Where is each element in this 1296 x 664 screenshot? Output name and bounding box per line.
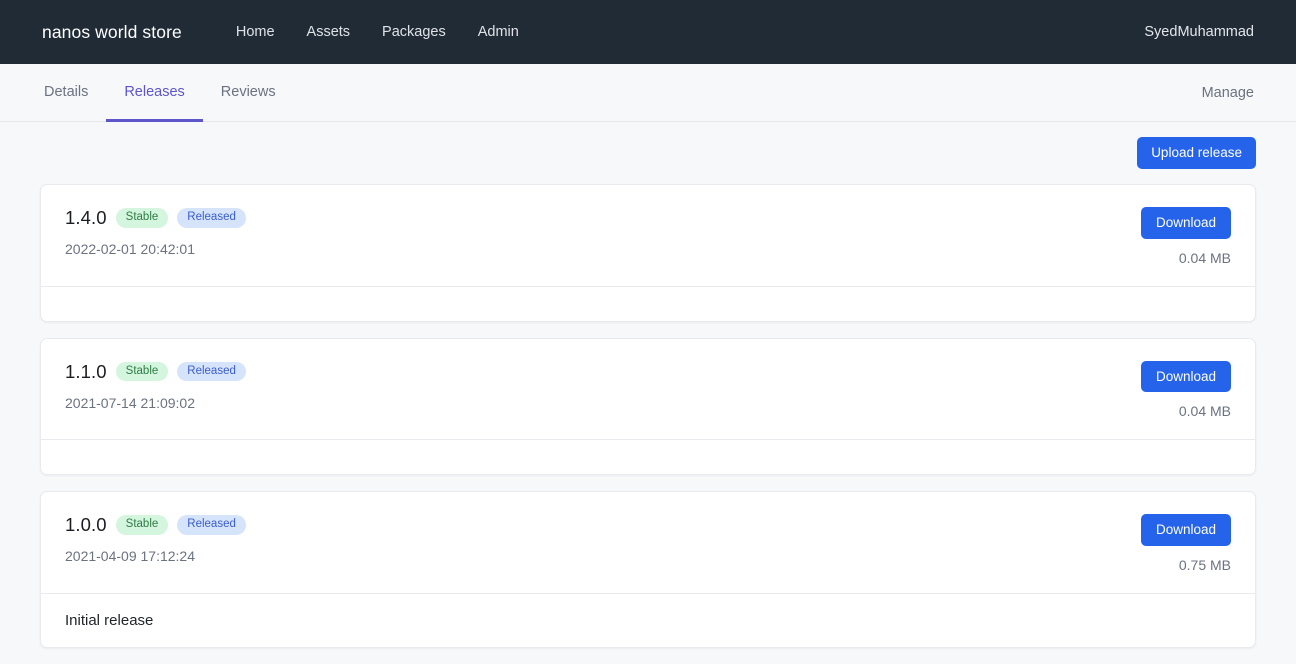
release-actions: Download 0.04 MB <box>1140 207 1231 266</box>
manage-link[interactable]: Manage <box>1202 64 1256 121</box>
release-timestamp: 2022-02-01 20:42:01 <box>65 241 195 257</box>
release-actions: Download 0.75 MB <box>1140 514 1231 573</box>
release-card-header: 1.4.0 Stable Released 2022-02-01 20:42:0… <box>41 185 1255 286</box>
tab-bar: Details Releases Reviews Manage <box>0 64 1296 122</box>
status-badge-released: Released <box>177 515 246 535</box>
release-card: 1.4.0 Stable Released 2022-02-01 20:42:0… <box>40 184 1256 322</box>
status-badge-stable: Stable <box>115 208 169 228</box>
release-version-row: 1.1.0 Stable Released <box>65 361 246 383</box>
tab-details[interactable]: Details <box>40 64 106 122</box>
nav-item-assets[interactable]: Assets <box>291 24 367 40</box>
brand-logo[interactable]: nanos world store <box>42 22 182 43</box>
nav-item-packages[interactable]: Packages <box>366 24 462 40</box>
releases-toolbar: Upload release <box>40 122 1256 184</box>
nav-item-admin[interactable]: Admin <box>462 24 535 40</box>
top-navbar: nanos world store Home Assets Packages A… <box>0 0 1296 64</box>
release-notes <box>41 440 1255 474</box>
main-content: Upload release 1.4.0 Stable Released 202… <box>0 122 1296 648</box>
status-badge-stable: Stable <box>115 361 169 382</box>
release-actions: Download 0.04 MB <box>1140 360 1231 420</box>
release-card-header: 1.0.0 Stable Released 2021-04-09 17:12:2… <box>41 492 1255 593</box>
release-version-row: 1.0.0 Stable Released <box>65 514 246 536</box>
release-meta: 1.1.0 Stable Released 2021-07-14 21:09:0… <box>65 361 246 411</box>
user-menu[interactable]: SyedMuhammad <box>1144 24 1254 40</box>
download-button[interactable]: Download <box>1140 514 1231 546</box>
release-meta: 1.0.0 Stable Released 2021-04-09 17:12:2… <box>65 514 246 564</box>
release-filesize: 0.75 MB <box>1178 556 1231 573</box>
page-root: nanos world store Home Assets Packages A… <box>0 0 1296 664</box>
release-card: 1.0.0 Stable Released 2021-04-09 17:12:2… <box>40 491 1256 648</box>
status-badge-stable: Stable <box>115 515 169 535</box>
nav-item-home[interactable]: Home <box>220 24 291 40</box>
tab-reviews[interactable]: Reviews <box>203 64 294 122</box>
release-notes <box>41 287 1255 321</box>
release-version: 1.1.0 <box>65 360 107 382</box>
download-button[interactable]: Download <box>1140 207 1231 239</box>
release-version-row: 1.4.0 Stable Released <box>65 207 246 229</box>
status-badge-released: Released <box>177 361 246 382</box>
release-card: 1.1.0 Stable Released 2021-07-14 21:09:0… <box>40 337 1256 476</box>
release-timestamp: 2021-07-14 21:09:02 <box>65 394 195 411</box>
tab-bar-spacer <box>294 64 1202 121</box>
release-list: 1.4.0 Stable Released 2022-02-01 20:42:0… <box>40 184 1256 648</box>
tab-releases[interactable]: Releases <box>106 64 203 122</box>
release-filesize: 0.04 MB <box>1178 403 1231 420</box>
release-meta: 1.4.0 Stable Released 2022-02-01 20:42:0… <box>65 207 246 257</box>
status-badge-released: Released <box>177 208 246 228</box>
release-version: 1.0.0 <box>65 514 107 536</box>
release-card-header: 1.1.0 Stable Released 2021-07-14 21:09:0… <box>41 339 1255 440</box>
release-timestamp: 2021-04-09 17:12:24 <box>65 548 195 565</box>
primary-nav: Home Assets Packages Admin <box>220 24 535 40</box>
upload-release-button[interactable]: Upload release <box>1137 137 1256 169</box>
release-version: 1.4.0 <box>65 207 107 228</box>
release-notes: Initial release <box>65 611 154 629</box>
tab-list: Details Releases Reviews <box>40 64 294 122</box>
download-button[interactable]: Download <box>1140 360 1231 393</box>
release-filesize: 0.04 MB <box>1178 249 1231 266</box>
